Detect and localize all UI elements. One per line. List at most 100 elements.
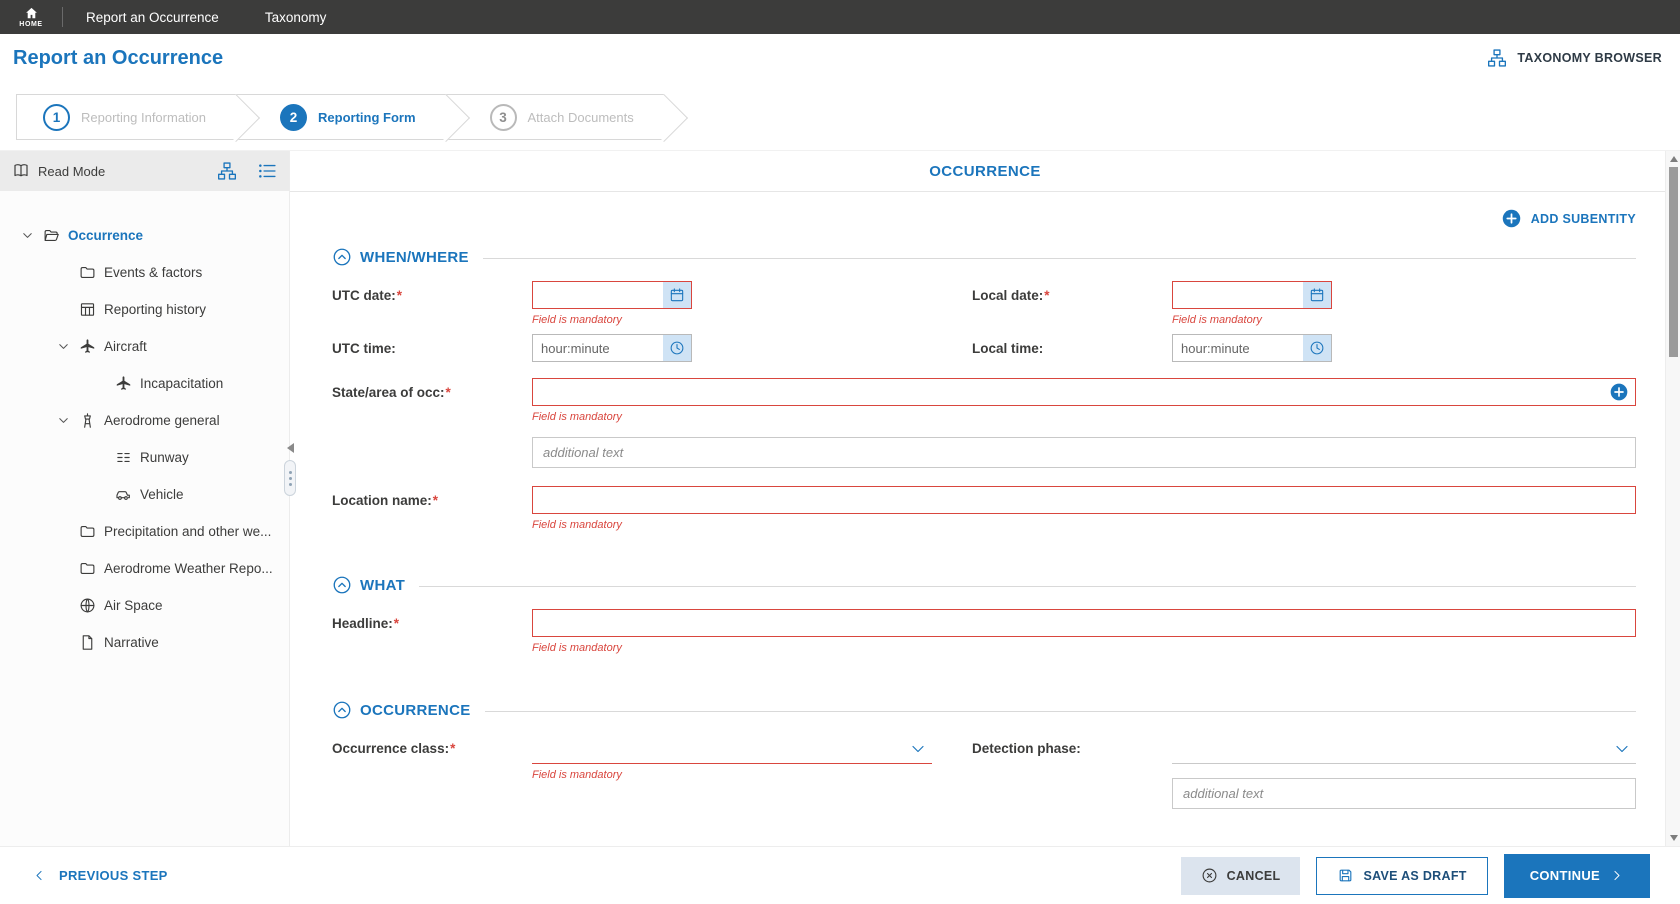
- drag-grip-icon[interactable]: [284, 460, 296, 496]
- clock-button[interactable]: [1303, 335, 1331, 361]
- headline-cell: Field is mandatory: [532, 609, 1636, 656]
- sidebar-item-vehicle[interactable]: Vehicle: [0, 476, 289, 513]
- required-mark: *: [445, 385, 451, 400]
- save-as-draft-label: SAVE AS DRAFT: [1363, 868, 1467, 883]
- sidebar-item-aerodrome-weather-report[interactable]: Aerodrome Weather Repo...: [0, 550, 289, 587]
- chevron-down-icon: [908, 739, 928, 759]
- local-time-input[interactable]: [1173, 335, 1303, 361]
- document-icon: [75, 634, 99, 651]
- tower-icon: [75, 412, 99, 429]
- chevron-down-icon[interactable]: [51, 413, 75, 428]
- entity-title: OCCURRENCE: [929, 163, 1041, 180]
- add-subentity-button[interactable]: ADD SUBENTITY: [1501, 208, 1636, 229]
- page-title: Report an Occurrence: [13, 46, 224, 69]
- collapse-section-button[interactable]: [332, 575, 352, 595]
- location-name-label: Location name:*: [332, 493, 439, 508]
- sidebar-item-label: Aircraft: [104, 339, 147, 354]
- tree-view-button[interactable]: [217, 161, 237, 181]
- chevron-up-circle-icon: [332, 700, 352, 720]
- entity-tree: Occurrence Events & factors Reporting hi…: [0, 191, 289, 661]
- utc-time-cell: [532, 334, 972, 362]
- sidebar-collapse-handle[interactable]: [284, 443, 296, 496]
- step-label: Reporting Form: [318, 109, 416, 125]
- scrollbar-thumb[interactable]: [1669, 167, 1678, 357]
- home-button[interactable]: HOME: [0, 0, 62, 34]
- section-title: WHAT: [360, 576, 406, 594]
- content-scrollbar[interactable]: [1665, 151, 1680, 846]
- state-area-additional-input[interactable]: [532, 437, 1636, 468]
- x-circle-icon: [1201, 867, 1218, 884]
- detection-phase-additional-input[interactable]: [1172, 778, 1636, 809]
- scroll-down-icon[interactable]: [1669, 835, 1678, 841]
- mandatory-field-note: Field is mandatory: [532, 642, 622, 654]
- step-reporting-form[interactable]: 2 Reporting Form: [236, 94, 446, 140]
- cancel-label: CANCEL: [1226, 868, 1281, 883]
- taxonomy-browser-button[interactable]: TAXONOMY BROWSER: [1486, 48, 1662, 68]
- reporting-form-content: OCCURRENCE ADD SUBENTITY WHEN/WHERE UTC …: [290, 151, 1680, 846]
- sidebar-item-reporting-history[interactable]: Reporting history: [0, 291, 289, 328]
- continue-button[interactable]: CONTINUE: [1503, 853, 1650, 898]
- state-area-input[interactable]: [532, 378, 1636, 406]
- previous-step-button[interactable]: PREVIOUS STEP: [32, 868, 168, 883]
- cancel-button[interactable]: CANCEL: [1180, 856, 1301, 895]
- detection-phase-label: Detection phase:: [972, 741, 1081, 756]
- sidebar-item-label: Events & factors: [104, 265, 203, 280]
- sidebar-item-label: Narrative: [104, 635, 159, 650]
- chevron-down-icon[interactable]: [51, 339, 75, 354]
- save-as-draft-button[interactable]: SAVE AS DRAFT: [1316, 856, 1488, 895]
- mandatory-field-note: Field is mandatory: [532, 411, 622, 423]
- step-attach-documents[interactable]: 3 Attach Documents: [445, 94, 664, 140]
- sidebar-item-occurrence[interactable]: Occurrence: [0, 217, 289, 254]
- calendar-button[interactable]: [1303, 282, 1331, 308]
- sidebar-item-events-factors[interactable]: Events & factors: [0, 254, 289, 291]
- mandatory-field-note: Field is mandatory: [532, 769, 622, 781]
- sidebar-item-label: Aerodrome general: [104, 413, 220, 428]
- occurrence-class-select[interactable]: [532, 734, 932, 764]
- sidebar-item-label: Air Space: [104, 598, 163, 613]
- clock-button[interactable]: [663, 335, 691, 361]
- chevron-up-circle-icon: [332, 247, 352, 267]
- step-reporting-information[interactable]: 1 Reporting Information: [16, 94, 237, 140]
- local-time-label: Local time:: [972, 341, 1044, 356]
- location-row: Location name:* Field is mandatory: [332, 486, 1636, 533]
- required-mark: *: [1044, 288, 1050, 303]
- home-icon: [24, 6, 39, 20]
- read-mode-toggle[interactable]: Read Mode: [38, 164, 197, 179]
- nav-item-report-occurrence[interactable]: Report an Occurrence: [63, 0, 242, 34]
- chevron-down-icon[interactable]: [15, 228, 39, 243]
- sitemap-icon: [1486, 48, 1508, 68]
- save-icon: [1337, 867, 1354, 884]
- sidebar-item-aircraft[interactable]: Aircraft: [0, 328, 289, 365]
- location-name-input[interactable]: [532, 486, 1636, 514]
- utc-date-input[interactable]: [533, 282, 663, 308]
- collapse-section-button[interactable]: [332, 247, 352, 267]
- add-state-button[interactable]: [1609, 382, 1629, 402]
- chevron-down-icon: [1612, 739, 1632, 759]
- sidebar-item-runway[interactable]: Runway: [0, 439, 289, 476]
- section-title: WHEN/WHERE: [360, 248, 469, 266]
- section-divider: [482, 258, 1636, 259]
- utc-time-input[interactable]: [533, 335, 663, 361]
- detection-phase-select[interactable]: [1172, 734, 1636, 764]
- sidebar-item-precipitation[interactable]: Precipitation and other we...: [0, 513, 289, 550]
- collapse-section-button[interactable]: [332, 700, 352, 720]
- chevron-left-icon: [32, 868, 47, 883]
- sidebar-item-narrative[interactable]: Narrative: [0, 624, 289, 661]
- headline-input[interactable]: [532, 609, 1636, 637]
- local-date-input[interactable]: [1173, 282, 1303, 308]
- scroll-up-icon[interactable]: [1669, 156, 1678, 162]
- sidebar-item-incapacitation[interactable]: Incapacitation: [0, 365, 289, 402]
- sidebar-item-label: Aerodrome Weather Repo...: [104, 561, 273, 576]
- globe-icon: [75, 597, 99, 614]
- list-view-button[interactable]: [257, 161, 277, 181]
- nav-item-taxonomy[interactable]: Taxonomy: [242, 0, 350, 34]
- sidebar-item-aerodrome-general[interactable]: Aerodrome general: [0, 402, 289, 439]
- collapse-left-icon[interactable]: [286, 443, 294, 453]
- date-row: UTC date:* Field is mandatory Local date…: [332, 281, 1636, 328]
- calendar-button[interactable]: [663, 282, 691, 308]
- section-title: OCCURRENCE: [360, 701, 471, 719]
- section-header-when-where: WHEN/WHERE: [332, 247, 1636, 267]
- sidebar-item-air-space[interactable]: Air Space: [0, 587, 289, 624]
- taxonomy-browser-label: TAXONOMY BROWSER: [1517, 51, 1662, 65]
- local-date-label: Local date:*: [972, 288, 1050, 303]
